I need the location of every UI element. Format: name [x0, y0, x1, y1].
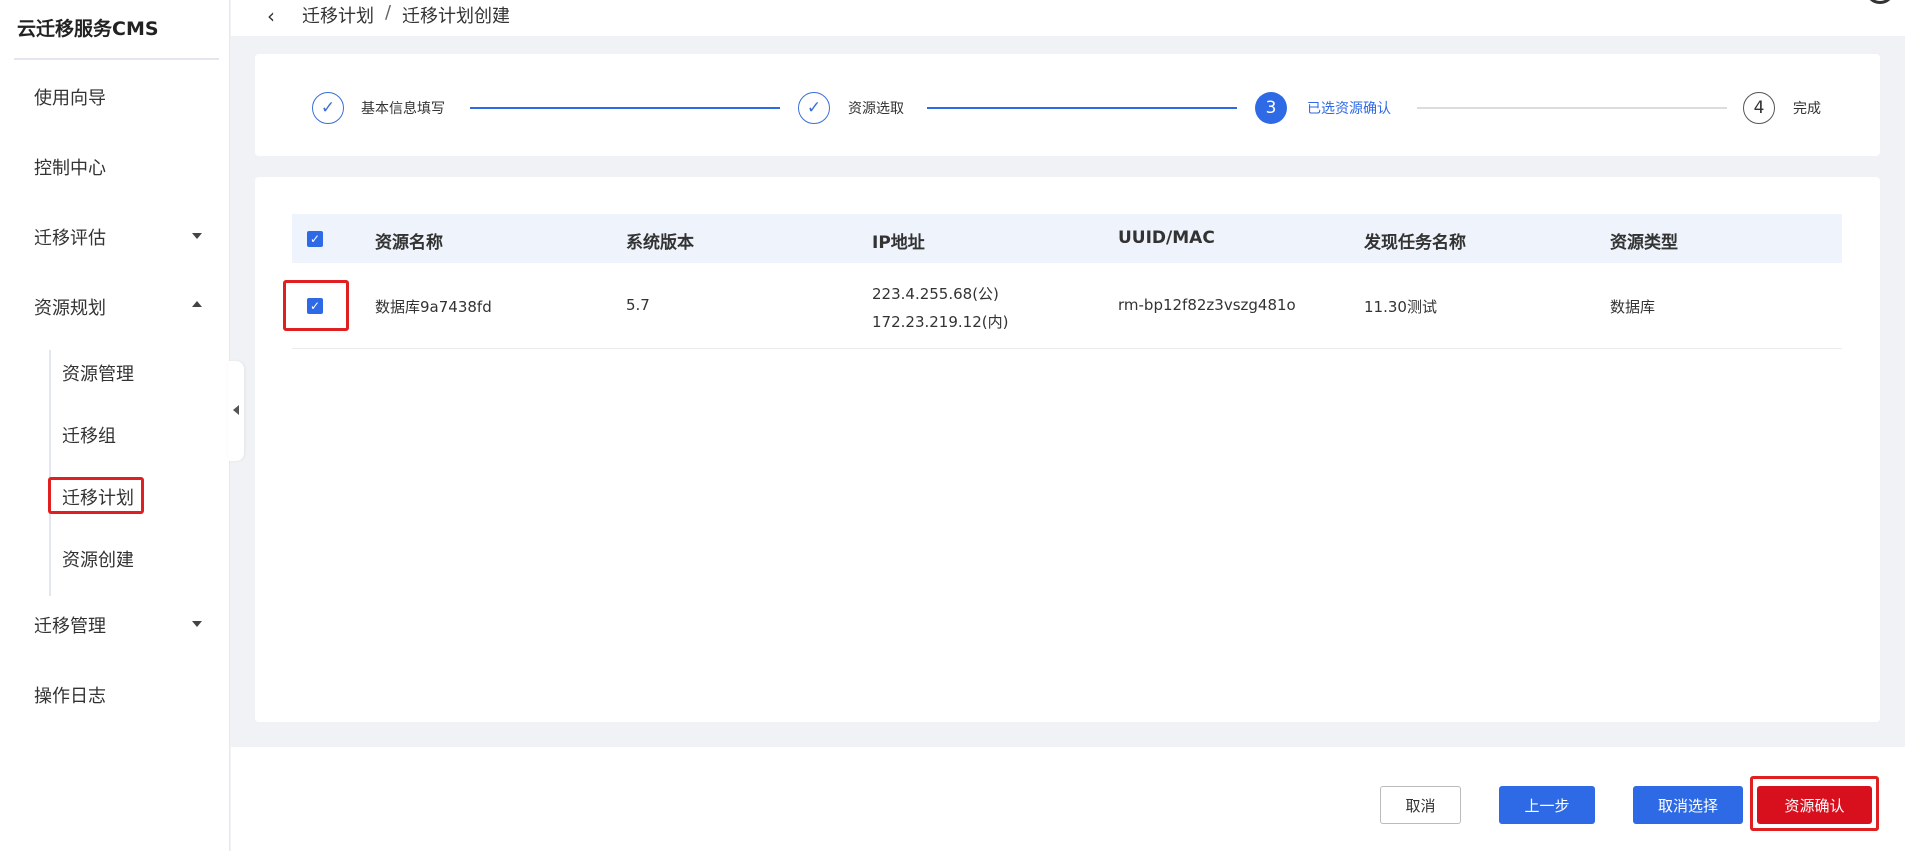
- nav-item-guide[interactable]: 使用向导: [34, 84, 106, 110]
- col-uuid-mac: UUID/MAC: [1118, 228, 1215, 248]
- chevron-down-icon[interactable]: [192, 621, 202, 627]
- sidebar: 云迁移服务CMS 使用向导 控制中心 迁移评估 资源规划 资源管理 迁移组 迁移…: [0, 0, 230, 851]
- cancel-button[interactable]: 取消: [1380, 786, 1461, 824]
- highlight-box-row-checkbox: [283, 280, 349, 331]
- col-ip-address: IP地址: [872, 233, 925, 253]
- sub-item-resource-creation[interactable]: 资源创建: [62, 546, 134, 572]
- step-label-basic-info: 基本信息填写: [361, 101, 445, 117]
- collapse-left-icon: [233, 405, 239, 415]
- selected-resources-panel: ✓ 资源名称 系统版本 IP地址 UUID/MAC 发现任务名称 资源类型 ✓ …: [255, 177, 1880, 722]
- step-label-confirm-selected: 已选资源确认: [1307, 101, 1391, 117]
- select-all-checkbox[interactable]: ✓: [307, 231, 323, 247]
- breadcrumb-parent[interactable]: 迁移计划: [302, 2, 374, 28]
- previous-step-button[interactable]: 上一步: [1499, 786, 1595, 824]
- cell-system-version: 5.7: [626, 296, 650, 314]
- back-arrow-icon[interactable]: ‹: [267, 4, 275, 28]
- user-avatar-icon[interactable]: [1865, 0, 1895, 4]
- cell-resource-type: 数据库: [1610, 298, 1656, 316]
- resource-confirm-button[interactable]: 资源确认: [1757, 786, 1872, 824]
- brand-title: 云迁移服务CMS: [17, 18, 159, 40]
- step-number-current: 3: [1255, 92, 1287, 124]
- col-discovery-task: 发现任务名称: [1364, 233, 1466, 253]
- cell-discovery-task: 11.30测试: [1364, 298, 1437, 316]
- col-resource-name: 资源名称: [375, 233, 443, 253]
- step-connector: [927, 107, 1237, 109]
- cell-ip-private: 172.23.219.12(内): [872, 313, 1009, 331]
- header: ‹ 迁移计划 / 迁移计划创建: [231, 0, 1905, 36]
- col-resource-type: 资源类型: [1610, 233, 1678, 253]
- step-connector: [1417, 107, 1727, 109]
- breadcrumb-separator: /: [385, 2, 392, 23]
- step-connector: [470, 107, 780, 109]
- nav-item-migration-assessment[interactable]: 迁移评估: [34, 224, 106, 250]
- nav-item-resource-planning[interactable]: 资源规划: [34, 294, 106, 320]
- chevron-down-icon[interactable]: [192, 233, 202, 239]
- brand-divider: [14, 58, 219, 60]
- cell-uuid-mac: rm-bp12f82z3vszg481o: [1118, 296, 1296, 314]
- breadcrumb-current: 迁移计划创建: [402, 6, 510, 27]
- nav-item-control-center[interactable]: 控制中心: [34, 154, 106, 180]
- cell-resource-name: 数据库9a7438fd: [375, 298, 492, 316]
- sub-item-migration-group[interactable]: 迁移组: [62, 422, 116, 448]
- step-label-finish: 完成: [1793, 101, 1821, 117]
- sub-item-resource-management[interactable]: 资源管理: [62, 360, 134, 386]
- highlight-box-migration-plan: [48, 477, 144, 514]
- nav-item-operation-log[interactable]: 操作日志: [34, 682, 106, 708]
- cell-ip-public: 223.4.255.68(公): [872, 285, 999, 303]
- chevron-up-icon[interactable]: [192, 301, 202, 307]
- table-header: ✓ 资源名称 系统版本 IP地址 UUID/MAC 发现任务名称 资源类型: [292, 214, 1842, 263]
- submenu-guide-line: [49, 350, 51, 596]
- check-icon: ✓: [798, 92, 830, 124]
- steps-progress: ✓ 基本信息填写 ✓ 资源选取 3 已选资源确认 4 完成: [255, 54, 1880, 156]
- nav-item-migration-management[interactable]: 迁移管理: [34, 612, 106, 638]
- footer-actions: 取消 上一步 取消选择 资源确认: [231, 747, 1905, 851]
- step-number-todo: 4: [1743, 92, 1775, 124]
- step-label-resource-selection: 资源选取: [848, 101, 904, 117]
- sidebar-collapse-handle[interactable]: [228, 361, 244, 461]
- table-row[interactable]: ✓ 数据库9a7438fd 5.7 223.4.255.68(公) 172.23…: [283, 263, 1842, 349]
- deselect-button[interactable]: 取消选择: [1633, 786, 1743, 824]
- check-icon: ✓: [312, 92, 344, 124]
- col-system-version: 系统版本: [626, 233, 694, 253]
